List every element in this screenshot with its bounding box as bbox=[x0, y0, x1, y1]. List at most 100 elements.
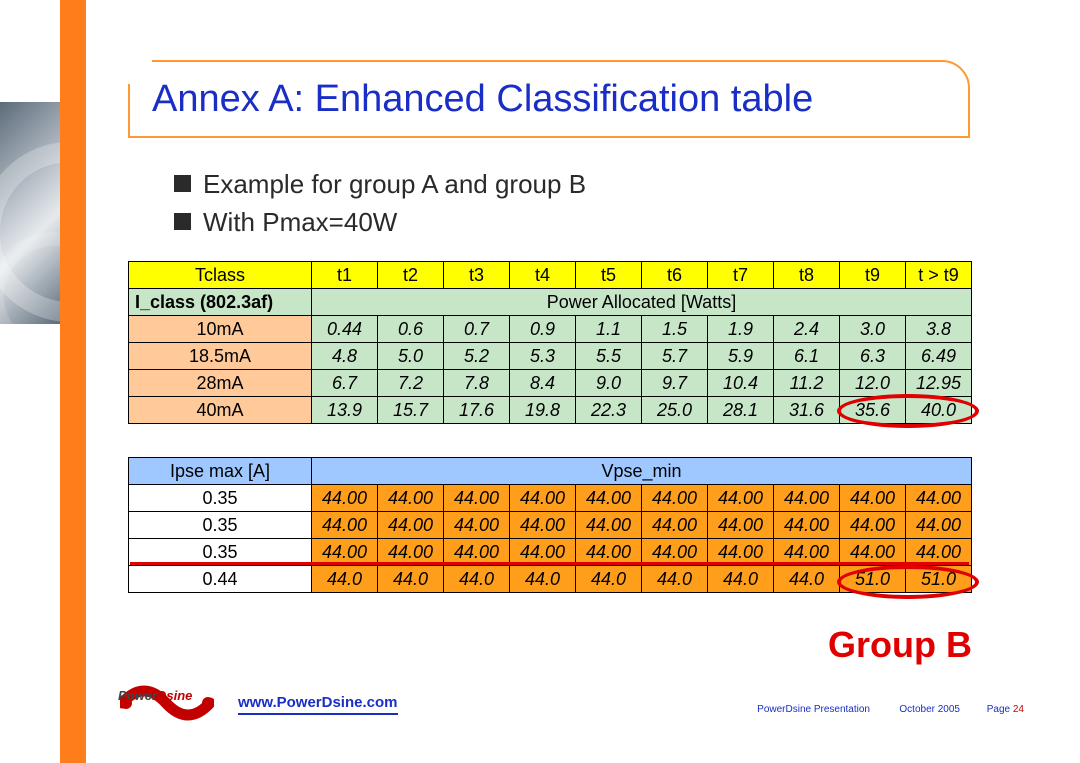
footer-page: Page 24 bbox=[987, 704, 1024, 715]
cell: 44.00 bbox=[840, 485, 906, 512]
cell: 0.6 bbox=[378, 316, 444, 343]
cell: 17.6 bbox=[444, 397, 510, 424]
bullet-icon bbox=[174, 213, 191, 230]
cell: 44.00 bbox=[642, 485, 708, 512]
cell: 44.00 bbox=[708, 512, 774, 539]
th: t4 bbox=[510, 262, 576, 289]
cell: 22.3 bbox=[576, 397, 642, 424]
cell: 13.9 bbox=[312, 397, 378, 424]
th: t3 bbox=[444, 262, 510, 289]
cell: 1.9 bbox=[708, 316, 774, 343]
row-label: 10mA bbox=[129, 316, 312, 343]
cell: 1.1 bbox=[576, 316, 642, 343]
cell: 44.00 bbox=[708, 485, 774, 512]
cell: 44.00 bbox=[774, 485, 840, 512]
cell: 44.00 bbox=[906, 512, 972, 539]
th: t5 bbox=[576, 262, 642, 289]
th: Ipse max [A] bbox=[129, 458, 312, 485]
th: t6 bbox=[642, 262, 708, 289]
cell: 44.00 bbox=[312, 512, 378, 539]
cell: 11.2 bbox=[774, 370, 840, 397]
row-label: 40mA bbox=[129, 397, 312, 424]
bullet-text: Example for group A and group B bbox=[203, 169, 586, 199]
cell: 44.00 bbox=[906, 485, 972, 512]
cell: 44.0 bbox=[444, 566, 510, 593]
cell: 5.2 bbox=[444, 343, 510, 370]
cell: 44.0 bbox=[576, 566, 642, 593]
cell: 44.00 bbox=[378, 485, 444, 512]
cell: 5.7 bbox=[642, 343, 708, 370]
cell: 9.0 bbox=[576, 370, 642, 397]
cell: 6.1 bbox=[774, 343, 840, 370]
row-label: 0.35 bbox=[129, 485, 312, 512]
cell: 0.44 bbox=[312, 316, 378, 343]
cell: 44.0 bbox=[378, 566, 444, 593]
subheader-span: Power Allocated [Watts] bbox=[312, 289, 972, 316]
cell: 44.00 bbox=[510, 485, 576, 512]
cell: 44.0 bbox=[708, 566, 774, 593]
cell: 5.5 bbox=[576, 343, 642, 370]
slide-title: Annex A: Enhanced Classification table bbox=[152, 78, 813, 121]
cell: 44.00 bbox=[840, 512, 906, 539]
bullet-list: Example for group A and group B With Pma… bbox=[174, 162, 586, 245]
cell: 12.95 bbox=[906, 370, 972, 397]
cell: 44.00 bbox=[444, 512, 510, 539]
highlight-line-icon bbox=[130, 562, 969, 565]
cell: 5.0 bbox=[378, 343, 444, 370]
cell: 40.0 bbox=[906, 397, 972, 424]
cell: 7.8 bbox=[444, 370, 510, 397]
cell: 7.2 bbox=[378, 370, 444, 397]
cell: 35.6 bbox=[840, 397, 906, 424]
cell: 6.7 bbox=[312, 370, 378, 397]
footer-url: www.PowerDsine.com bbox=[238, 694, 398, 715]
logo-text: PowerDsine bbox=[118, 688, 192, 703]
cell: 3.8 bbox=[906, 316, 972, 343]
ipse-table: Ipse max [A] Vpse_min 0.3544.0044.0044.0… bbox=[128, 457, 972, 593]
cell: 44.00 bbox=[642, 512, 708, 539]
cell: 44.0 bbox=[642, 566, 708, 593]
cell: 0.7 bbox=[444, 316, 510, 343]
cell: 44.00 bbox=[576, 512, 642, 539]
cell: 44.00 bbox=[774, 512, 840, 539]
row-label: 18.5mA bbox=[129, 343, 312, 370]
cell: 5.9 bbox=[708, 343, 774, 370]
th-span: Vpse_min bbox=[312, 458, 972, 485]
cell: 44.00 bbox=[444, 485, 510, 512]
footer-date: October 2005 bbox=[899, 704, 960, 715]
bullet-icon bbox=[174, 175, 191, 192]
cell: 44.0 bbox=[774, 566, 840, 593]
cell: 2.4 bbox=[774, 316, 840, 343]
cell: 6.49 bbox=[906, 343, 972, 370]
row-label: 0.44 bbox=[129, 566, 312, 593]
cell: 28.1 bbox=[708, 397, 774, 424]
th: t8 bbox=[774, 262, 840, 289]
cell: 25.0 bbox=[642, 397, 708, 424]
cell: 44.00 bbox=[312, 485, 378, 512]
cell: 8.4 bbox=[510, 370, 576, 397]
cell: 44.0 bbox=[312, 566, 378, 593]
cell: 12.0 bbox=[840, 370, 906, 397]
group-label: Group B bbox=[828, 624, 972, 666]
cell: 19.8 bbox=[510, 397, 576, 424]
cell: 44.0 bbox=[510, 566, 576, 593]
cell: 9.7 bbox=[642, 370, 708, 397]
classification-table: Tclass t1 t2 t3 t4 t5 t6 t7 t8 t9 t > t9… bbox=[128, 261, 972, 424]
th: t9 bbox=[840, 262, 906, 289]
cell: 44.00 bbox=[576, 485, 642, 512]
bullet-text: With Pmax=40W bbox=[203, 207, 397, 237]
cell: 5.3 bbox=[510, 343, 576, 370]
cell: 4.8 bbox=[312, 343, 378, 370]
footer: PowerDsine www.PowerDsine.com PowerDsine… bbox=[0, 663, 1080, 763]
cell: 1.5 bbox=[642, 316, 708, 343]
cell: 31.6 bbox=[774, 397, 840, 424]
th: Tclass bbox=[129, 262, 312, 289]
th: t7 bbox=[708, 262, 774, 289]
cell: 44.00 bbox=[510, 512, 576, 539]
cell: 51.0 bbox=[906, 566, 972, 593]
th: t2 bbox=[378, 262, 444, 289]
cell: 10.4 bbox=[708, 370, 774, 397]
sidebar-decoration bbox=[0, 0, 80, 763]
footer-presentation: PowerDsine Presentation bbox=[757, 704, 870, 715]
subheader: I_class (802.3af) bbox=[129, 289, 312, 316]
th: t1 bbox=[312, 262, 378, 289]
